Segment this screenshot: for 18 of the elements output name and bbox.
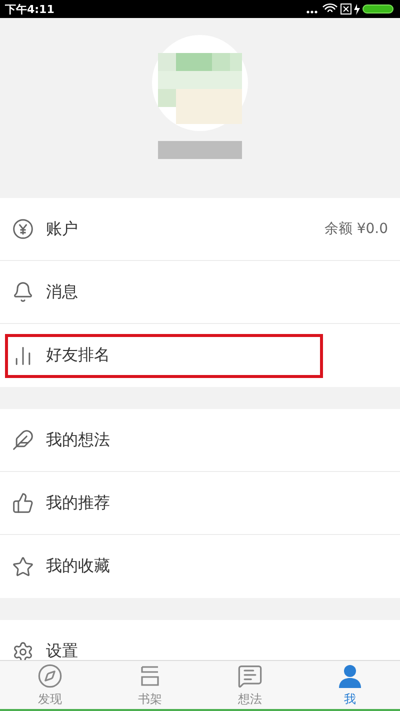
balance-text: 余额 ¥0.0: [324, 220, 388, 238]
status-time: 下午4:11: [5, 2, 54, 16]
menu-item[interactable]: 我的推荐: [46, 492, 388, 514]
menu-item[interactable]: 我的收藏: [46, 556, 388, 577]
feather-icon: [12, 429, 34, 451]
menu-item[interactable]: 账户: [46, 218, 312, 240]
menu-item[interactable]: 消息: [46, 282, 388, 302]
menu-item[interactable]: 我的想法: [46, 430, 388, 450]
star-icon: [12, 556, 34, 578]
settings-icon: [12, 640, 34, 660]
yen-icon: [12, 218, 34, 240]
user-icon: [337, 662, 363, 688]
message-icon: [237, 662, 263, 688]
thumbs-up-icon: [12, 492, 34, 514]
tab[interactable]: 我: [300, 661, 400, 709]
menu-item[interactable]: 好友排名: [46, 345, 316, 366]
bell-icon: [12, 281, 34, 303]
compass-icon: [37, 662, 63, 688]
